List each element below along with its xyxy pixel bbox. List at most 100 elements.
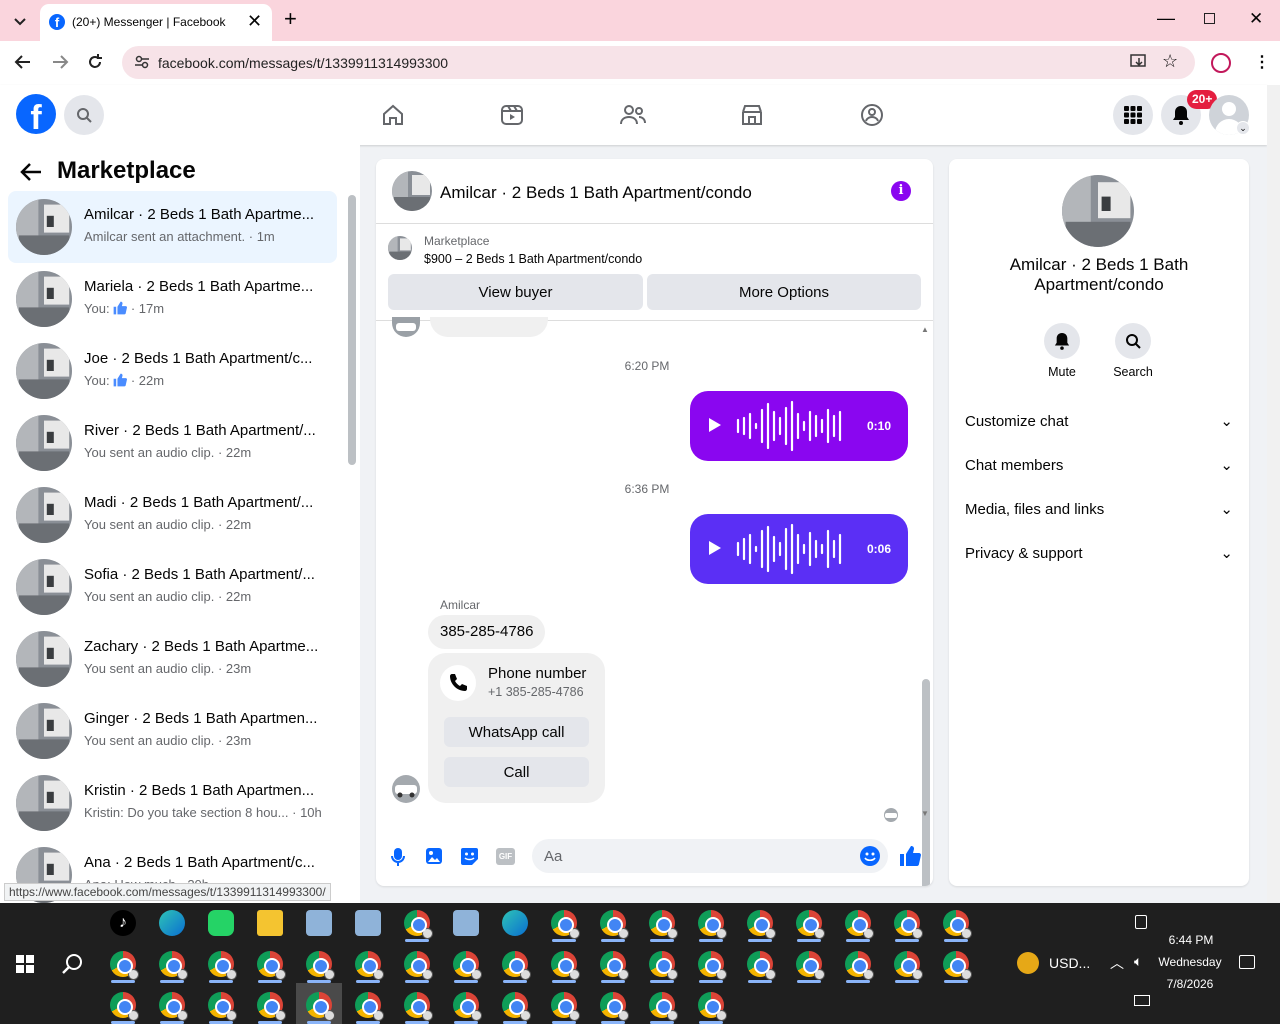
chrome-icon[interactable]: [306, 951, 335, 983]
conversation-item[interactable]: Kristin · 2 Beds 1 Bath Apartmen... Krist…: [8, 767, 337, 839]
conversation-item[interactable]: Amilcar · 2 Beds 1 Bath Apartme... Amilca…: [8, 191, 337, 263]
media-files-links-section[interactable]: Media, files and links ⌄: [965, 495, 1233, 523]
install-app-icon[interactable]: [1130, 54, 1148, 70]
back-arrow-icon[interactable]: [20, 162, 42, 182]
notification-center-icon[interactable]: [1239, 955, 1255, 969]
touch-keyboard-icon[interactable]: [1135, 915, 1147, 929]
chrome-icon[interactable]: [355, 951, 384, 983]
chrome-icon[interactable]: [453, 951, 482, 983]
whatsapp-call-button[interactable]: WhatsApp call: [444, 717, 589, 747]
audio-message[interactable]: 0:06: [690, 514, 908, 584]
listing-title[interactable]: $900 – 2 Beds 1 Bath Apartment/condo: [424, 252, 642, 266]
photo-icon[interactable]: [425, 847, 443, 865]
message-bubble[interactable]: 385-285-4786: [428, 615, 546, 649]
chrome-icon[interactable]: [943, 951, 972, 983]
chrome-icon[interactable]: [502, 951, 531, 983]
account-chevron-icon[interactable]: ⌄: [1236, 121, 1250, 135]
info-avatar[interactable]: [1062, 175, 1134, 247]
chrome-icon[interactable]: [698, 992, 727, 1024]
bookmark-star-icon[interactable]: ☆: [1162, 51, 1178, 72]
window-close-icon[interactable]: ✕: [1249, 9, 1263, 29]
back-icon[interactable]: [14, 53, 32, 71]
conversation-item[interactable]: River · 2 Beds 1 Bath Apartment/... You s…: [8, 407, 337, 479]
audio-message[interactable]: 0:10: [690, 391, 908, 461]
chrome-icon[interactable]: [208, 992, 237, 1024]
info-icon[interactable]: i: [891, 181, 911, 201]
clock-day[interactable]: Wednesday: [1150, 955, 1230, 969]
gif-icon[interactable]: GIF: [496, 848, 515, 865]
like-thumb-icon[interactable]: [899, 845, 921, 867]
chrome-icon[interactable]: [894, 910, 923, 942]
clock-time[interactable]: 6:44 PM: [1160, 933, 1222, 947]
chrome-icon[interactable]: [453, 992, 482, 1024]
clock-date[interactable]: 7/8/2026: [1155, 977, 1225, 991]
chrome-icon[interactable]: [306, 992, 335, 1024]
reels-icon[interactable]: [500, 103, 524, 127]
chrome-icon[interactable]: [649, 992, 678, 1024]
browser-tab[interactable]: f (20+) Messenger | Facebook ✕: [40, 4, 272, 41]
chrome-icon[interactable]: [747, 951, 776, 983]
conversation-item[interactable]: Sofia · 2 Beds 1 Bath Apartment/... You s…: [8, 551, 337, 623]
chrome-icon[interactable]: [845, 951, 874, 983]
chrome-icon[interactable]: [698, 910, 727, 942]
network-icon[interactable]: [1134, 995, 1150, 1006]
volume-icon[interactable]: 🔈︎: [1134, 953, 1142, 970]
whatsapp-icon[interactable]: [208, 910, 234, 936]
tab-close-icon[interactable]: ✕: [247, 11, 262, 32]
conversation-item[interactable]: Mariela · 2 Beds 1 Bath Apartme... You: ·…: [8, 263, 337, 335]
chrome-icon[interactable]: [551, 910, 580, 942]
chrome-icon[interactable]: [208, 951, 237, 983]
minimize-icon[interactable]: —: [1157, 8, 1175, 29]
menu-grid-icon[interactable]: [1113, 95, 1153, 135]
view-buyer-button[interactable]: View buyer: [388, 274, 643, 310]
currency-text[interactable]: USD...: [1049, 955, 1090, 971]
maximize-icon[interactable]: [1204, 13, 1215, 24]
customize-chat-section[interactable]: Customize chat ⌄: [965, 407, 1233, 435]
chrome-icon[interactable]: [600, 910, 629, 942]
chrome-icon[interactable]: [845, 910, 874, 942]
chat-scrollbar[interactable]: ▲ ▼: [918, 321, 933, 886]
chrome-icon[interactable]: [747, 910, 776, 942]
emoji-icon[interactable]: [860, 846, 880, 866]
chrome-icon[interactable]: [649, 910, 678, 942]
reload-icon[interactable]: [86, 53, 104, 71]
site-info-icon[interactable]: [134, 54, 150, 70]
chrome-icon[interactable]: [600, 951, 629, 983]
sidebar-scrollbar[interactable]: [348, 195, 356, 465]
chrome-icon[interactable]: [404, 992, 433, 1024]
app-icon[interactable]: [355, 910, 381, 936]
chrome-icon[interactable]: [796, 910, 825, 942]
chrome-icon[interactable]: [257, 951, 286, 983]
chevron-up-icon[interactable]: ︿: [1110, 953, 1124, 973]
browser-menu-icon[interactable]: ⋮: [1254, 52, 1270, 72]
taskbar-search-icon[interactable]: [61, 953, 83, 975]
app-icon[interactable]: [453, 910, 479, 936]
chrome-icon[interactable]: [600, 992, 629, 1024]
chrome-icon[interactable]: [355, 992, 384, 1024]
url-text[interactable]: facebook.com/messages/t/1339911314993300: [158, 55, 448, 71]
chrome-icon[interactable]: [257, 992, 286, 1024]
chrome-icon[interactable]: [404, 910, 433, 942]
chat-avatar[interactable]: [392, 171, 432, 211]
chrome-icon[interactable]: [110, 992, 139, 1024]
listing-thumbnail[interactable]: [388, 236, 412, 260]
sticker-icon[interactable]: [460, 847, 479, 866]
message-input[interactable]: Aa: [532, 839, 888, 873]
call-button[interactable]: Call: [444, 757, 589, 787]
conversation-item[interactable]: Madi · 2 Beds 1 Bath Apartment/... You se…: [8, 479, 337, 551]
chrome-icon[interactable]: [943, 910, 972, 942]
tiktok-icon[interactable]: ♪: [110, 910, 136, 936]
friends-icon[interactable]: [620, 103, 646, 127]
edge-icon[interactable]: [159, 910, 185, 936]
chrome-icon[interactable]: [894, 951, 923, 983]
file-explorer-icon[interactable]: [257, 910, 283, 936]
marketplace-icon[interactable]: [740, 103, 764, 127]
play-icon[interactable]: [708, 417, 722, 433]
forward-icon[interactable]: [51, 53, 69, 71]
search-in-chat-button[interactable]: [1115, 323, 1151, 359]
mute-button[interactable]: [1044, 323, 1080, 359]
search-icon[interactable]: [64, 95, 104, 135]
gaming-icon[interactable]: [860, 103, 884, 127]
microphone-icon[interactable]: [390, 847, 406, 867]
facebook-logo-icon[interactable]: f: [16, 94, 56, 134]
